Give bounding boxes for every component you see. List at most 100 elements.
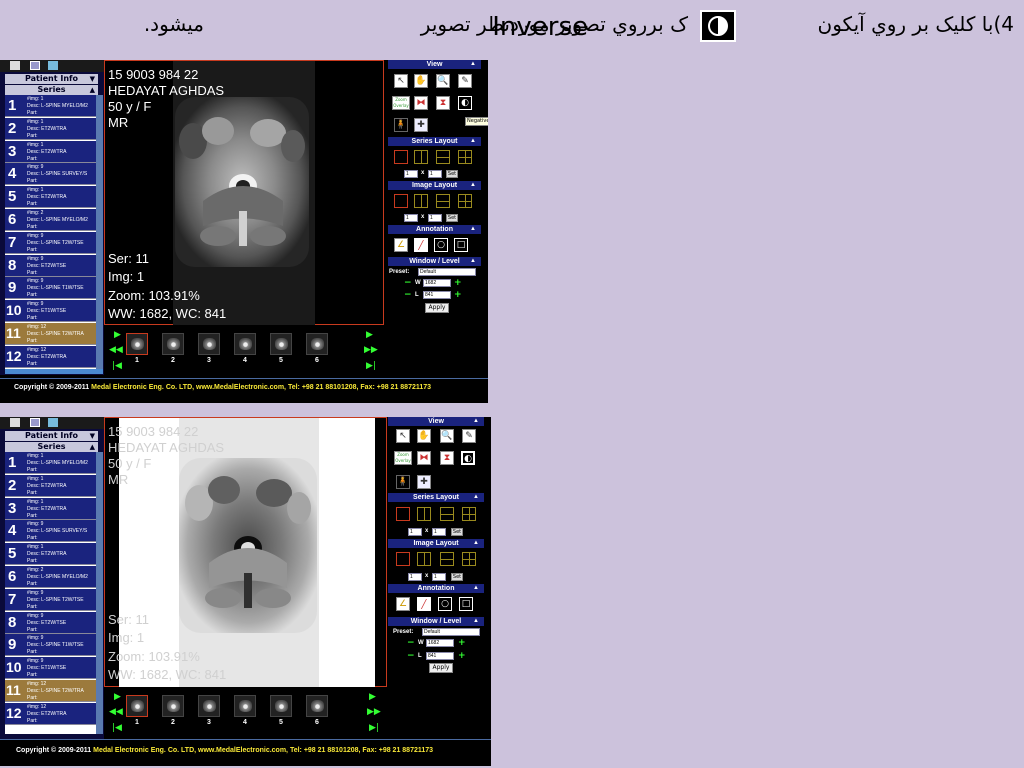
preset-select[interactable]: Default bbox=[422, 628, 480, 636]
thumbnail-1[interactable] bbox=[126, 695, 148, 717]
l-input[interactable]: 841 bbox=[423, 291, 451, 299]
layout-2x1-icon[interactable] bbox=[436, 150, 450, 164]
series-item-9[interactable]: 9 #img: 9 Desc: L-SPINE T1W/TSE Part: bbox=[5, 277, 98, 300]
image-cols-select[interactable]: 1 bbox=[428, 214, 442, 222]
apply-button[interactable]: Apply bbox=[429, 663, 453, 673]
magnify-icon[interactable]: 🔍 bbox=[440, 429, 454, 443]
image-layout-1x2-icon[interactable] bbox=[414, 194, 428, 208]
thumbnail-5[interactable] bbox=[270, 333, 292, 355]
scroll-up-icon[interactable]: ▲ bbox=[90, 442, 95, 452]
line-tool-icon[interactable]: ╱ bbox=[417, 597, 431, 611]
layout-1x1-icon[interactable] bbox=[396, 507, 410, 521]
thumbnail-1[interactable] bbox=[126, 333, 148, 355]
image-layout-2x1-icon[interactable] bbox=[436, 194, 450, 208]
series-item-4[interactable]: 4 #img: 9 Desc: L-SPINE SURVEY/S Part: bbox=[5, 520, 98, 543]
flip-horizontal-icon[interactable]: ⧓ bbox=[417, 451, 431, 465]
scroll-up-icon[interactable]: ▲ bbox=[90, 85, 95, 95]
angle-tool-icon[interactable]: ∠ bbox=[396, 597, 410, 611]
thumbnail-6[interactable] bbox=[306, 333, 328, 355]
layout-1x1-icon[interactable] bbox=[394, 150, 408, 164]
image-layout-1x1-icon[interactable] bbox=[394, 194, 408, 208]
angle-tool-icon[interactable]: ∠ bbox=[394, 238, 408, 252]
series-item-8[interactable]: 8 #img: 9 Desc: ET2W/TSE Part: bbox=[5, 611, 98, 634]
patient-info-header[interactable]: Patient Info ▼ bbox=[5, 74, 98, 84]
l-decrease-icon[interactable]: − bbox=[407, 652, 415, 661]
series-rows-select[interactable]: 1 bbox=[408, 528, 422, 536]
collapse-icon[interactable]: ▲ bbox=[473, 584, 479, 593]
collapse-icon[interactable]: ▼ bbox=[90, 74, 95, 84]
series-scrollbar[interactable] bbox=[96, 452, 103, 734]
annotation-header[interactable]: Annotation ▲ bbox=[388, 225, 481, 234]
apply-button[interactable]: Apply bbox=[425, 303, 449, 313]
pan-hand-icon[interactable]: ✋ bbox=[417, 429, 431, 443]
mri-image[interactable] bbox=[173, 61, 315, 325]
crosshair-icon[interactable]: ✚ bbox=[417, 475, 431, 489]
series-item-4[interactable]: 4 #img: 9 Desc: L-SPINE SURVEY/S Part: bbox=[5, 163, 98, 186]
w-decrease-icon[interactable]: − bbox=[407, 639, 415, 648]
series-scrollbar[interactable] bbox=[96, 95, 103, 369]
series-item-7[interactable]: 7 #img: 9 Desc: L-SPINE T2W/TSE Part: bbox=[5, 231, 98, 254]
w-input[interactable]: 1682 bbox=[423, 279, 451, 287]
series-item-11[interactable]: 11 #img: 12 Desc: L-SPINE T2W/TRA Part: bbox=[5, 323, 98, 345]
horizontal-scrollbar[interactable] bbox=[5, 369, 103, 374]
last-icon[interactable]: ▶| bbox=[366, 361, 376, 371]
image-layout-1x2-icon[interactable] bbox=[417, 552, 431, 566]
view-header[interactable]: View ▲ bbox=[388, 60, 481, 69]
document-icon[interactable] bbox=[10, 61, 20, 70]
image-set-button[interactable]: Set bbox=[451, 573, 463, 581]
window-level-header[interactable]: Window / Level ▲ bbox=[388, 617, 484, 626]
thumbnail-4[interactable] bbox=[234, 695, 256, 717]
line-tool-icon[interactable]: ╱ bbox=[414, 238, 428, 252]
next-arrow-icon[interactable]: ▶ bbox=[114, 692, 121, 702]
series-cols-select[interactable]: 1 bbox=[432, 528, 446, 536]
image-rows-select[interactable]: 1 bbox=[404, 214, 418, 222]
image-viewer[interactable]: 15 9003 984 22 HEDAYAT AGHDAS 50 y / F M… bbox=[104, 60, 384, 325]
series-item-10[interactable]: 10 #img: 9 Desc: ET1W/TSE Part: bbox=[5, 300, 98, 323]
next-fast-icon[interactable]: ▶▶ bbox=[364, 345, 378, 355]
l-increase-icon[interactable]: + bbox=[454, 291, 462, 300]
pointer-icon[interactable]: ↖ bbox=[396, 429, 410, 443]
image-layout-2x2-icon[interactable] bbox=[462, 552, 476, 566]
series-item-7[interactable]: 7 #img: 9 Desc: L-SPINE T2W/TSE Part: bbox=[5, 588, 98, 611]
series-item-6[interactable]: 6 #img: 2 Desc: L-SPINE MYELO/M2 Part: bbox=[5, 566, 98, 588]
series-item-12[interactable]: 12 #img: 12 Desc: ET2W/TRA Part: bbox=[5, 345, 98, 368]
layout-2x2-icon[interactable] bbox=[458, 150, 472, 164]
series-item-1[interactable]: 1 #img: 1 Desc: L-SPINE MYELO/M2 Part: bbox=[5, 95, 98, 117]
invert-icon[interactable]: ◐ bbox=[458, 96, 472, 110]
image-layout-header[interactable]: Image Layout ▲ bbox=[388, 181, 481, 190]
series-set-button[interactable]: Set bbox=[446, 170, 458, 178]
w-input[interactable]: 1682 bbox=[426, 639, 454, 647]
thumbnail-4[interactable] bbox=[234, 333, 256, 355]
image-layout-2x1-icon[interactable] bbox=[440, 552, 454, 566]
window-level-header[interactable]: Window / Level ▲ bbox=[388, 257, 481, 266]
flip-vertical-icon[interactable]: ⧗ bbox=[436, 96, 450, 110]
collapse-icon[interactable]: ▲ bbox=[473, 493, 479, 502]
series-item-9[interactable]: 9 #img: 9 Desc: L-SPINE T1W/TSE Part: bbox=[5, 634, 98, 657]
collapse-icon[interactable]: ▲ bbox=[473, 539, 479, 548]
w-increase-icon[interactable]: + bbox=[458, 639, 466, 648]
prev-fast-icon[interactable]: ◀◀ bbox=[109, 345, 123, 355]
series-layout-header[interactable]: Series Layout ▲ bbox=[388, 493, 484, 502]
image-set-button[interactable]: Set bbox=[446, 214, 458, 222]
next-icon[interactable]: ▶ bbox=[369, 692, 376, 702]
layout-1x2-icon[interactable] bbox=[417, 507, 431, 521]
series-item-6[interactable]: 6 #img: 2 Desc: L-SPINE MYELO/M2 Part: bbox=[5, 209, 98, 231]
next-arrow-icon[interactable]: ▶ bbox=[114, 330, 121, 340]
crosshair-icon[interactable]: ✚ bbox=[414, 118, 428, 132]
collapse-icon[interactable]: ▲ bbox=[473, 417, 479, 426]
grid-icon[interactable] bbox=[30, 61, 40, 70]
series-item-8[interactable]: 8 #img: 9 Desc: ET2W/TSE Part: bbox=[5, 254, 98, 277]
image-layout-2x2-icon[interactable] bbox=[458, 194, 472, 208]
series-item-5[interactable]: 5 #img: 1 Desc: ET2W/TRA Part: bbox=[5, 543, 98, 566]
series-layout-header[interactable]: Series Layout ▲ bbox=[388, 137, 481, 146]
collapse-icon[interactable]: ▲ bbox=[470, 60, 476, 69]
mri-image-inverted[interactable] bbox=[119, 418, 375, 687]
layout-2x2-icon[interactable] bbox=[462, 507, 476, 521]
w-decrease-icon[interactable]: − bbox=[404, 279, 412, 288]
edit-icon[interactable] bbox=[48, 418, 58, 427]
collapse-icon[interactable]: ▲ bbox=[470, 225, 476, 234]
first-icon[interactable]: |◀ bbox=[112, 723, 122, 733]
series-item-5[interactable]: 5 #img: 1 Desc: ET2W/TRA Part: bbox=[5, 186, 98, 209]
ellipse-tool-icon[interactable]: ○ bbox=[434, 238, 448, 252]
person-icon[interactable]: 🧍 bbox=[396, 475, 410, 489]
